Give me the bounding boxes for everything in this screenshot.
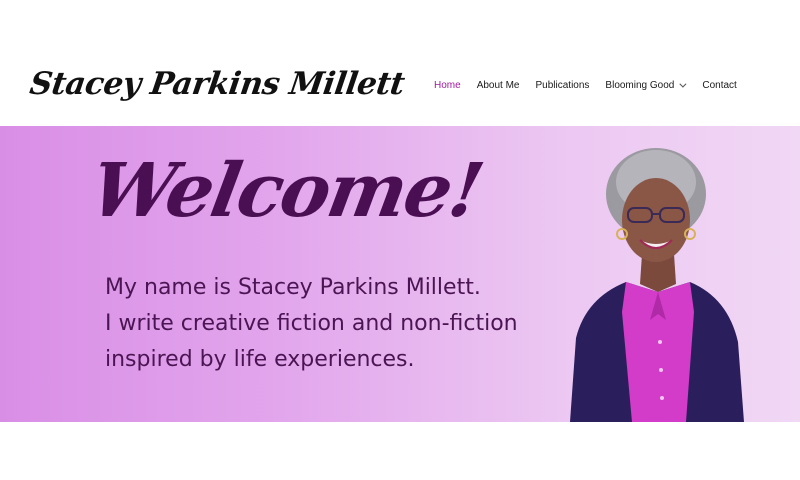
site-logo[interactable]: Stacey Parkins Millett bbox=[27, 66, 406, 102]
main-nav: Home About Me Publications Blooming Good… bbox=[434, 80, 737, 91]
hero-intro: My name is Stacey Parkins Millett. I wri… bbox=[105, 270, 518, 378]
nav-item-blooming-good[interactable]: Blooming Good bbox=[605, 80, 687, 91]
chevron-down-icon[interactable] bbox=[679, 80, 687, 88]
nav-item-home[interactable]: Home bbox=[434, 80, 461, 91]
hero-intro-line: inspired by life experiences. bbox=[105, 347, 415, 372]
nav-item-contact[interactable]: Contact bbox=[702, 80, 736, 91]
nav-item-about-me[interactable]: About Me bbox=[477, 80, 520, 91]
hero-intro-line: My name is Stacey Parkins Millett. bbox=[105, 275, 481, 300]
hero-intro-line: I write creative fiction and non-fiction bbox=[105, 311, 518, 336]
site-header: Stacey Parkins Millett Home About Me Pub… bbox=[0, 0, 800, 126]
nav-item-publications[interactable]: Publications bbox=[536, 80, 590, 91]
page: Stacey Parkins Millett Home About Me Pub… bbox=[0, 0, 800, 480]
hero-banner: Welcome! My name is Stacey Parkins Mille… bbox=[0, 126, 800, 422]
nav-item-blooming-good-label: Blooming Good bbox=[605, 80, 675, 91]
hero-heading: Welcome! bbox=[84, 148, 489, 234]
author-portrait bbox=[570, 148, 744, 422]
